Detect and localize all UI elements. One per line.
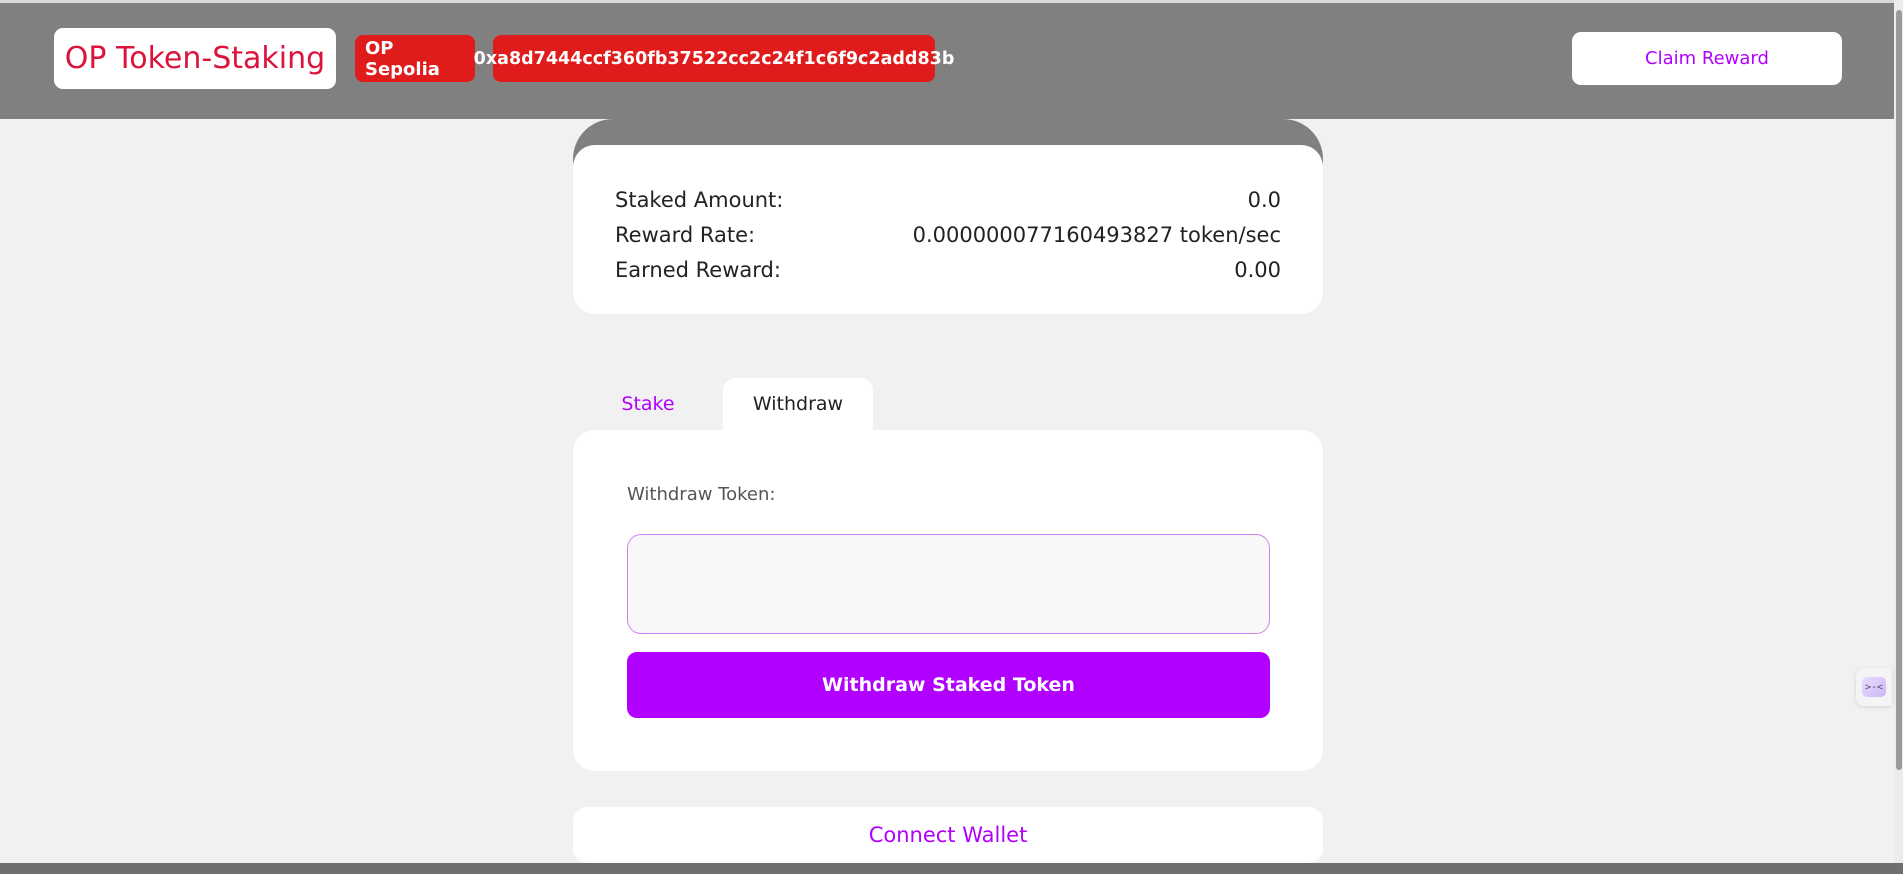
top-header: OP Token-Staking OP Sepolia 0xa8d7444ccf… xyxy=(0,3,1894,119)
scrollbar-thumb[interactable] xyxy=(1896,10,1902,770)
action-tabs: Stake Withdraw xyxy=(573,378,873,430)
extension-face-icon: >-< xyxy=(1862,677,1886,697)
stat-value: 0.00 xyxy=(1234,258,1281,282)
app-title[interactable]: OP Token-Staking xyxy=(54,28,336,89)
withdraw-panel: Withdraw Token: Withdraw Staked Token xyxy=(573,430,1323,771)
connect-wallet-button[interactable]: Connect Wallet xyxy=(573,807,1323,863)
tab-stake[interactable]: Stake xyxy=(573,378,723,430)
floating-extension-widget[interactable]: >-< xyxy=(1856,668,1892,706)
network-badge[interactable]: OP Sepolia xyxy=(355,35,475,82)
withdraw-staked-token-button[interactable]: Withdraw Staked Token xyxy=(627,652,1270,718)
stat-staked-amount: Staked Amount: 0.0 xyxy=(615,183,1281,218)
withdraw-token-label: Withdraw Token: xyxy=(627,484,776,505)
stat-earned-reward: Earned Reward: 0.00 xyxy=(615,253,1281,288)
stat-label: Reward Rate: xyxy=(615,223,756,247)
claim-reward-button[interactable]: Claim Reward xyxy=(1572,32,1842,85)
wallet-address-badge[interactable]: 0xa8d7444ccf360fb37522cc2c24f1c6f9c2add8… xyxy=(474,35,954,82)
withdraw-amount-input[interactable] xyxy=(627,534,1270,634)
stat-label: Staked Amount: xyxy=(615,188,784,212)
bottom-bar xyxy=(0,863,1903,874)
stat-value: 0.0 xyxy=(1247,188,1281,212)
stat-value: 0.000000077160493827 token/sec xyxy=(912,223,1281,247)
stats-card: Staked Amount: 0.0 Reward Rate: 0.000000… xyxy=(573,145,1323,314)
tab-withdraw[interactable]: Withdraw xyxy=(723,378,873,430)
stat-label: Earned Reward: xyxy=(615,258,781,282)
stat-reward-rate: Reward Rate: 0.000000077160493827 token/… xyxy=(615,218,1281,253)
